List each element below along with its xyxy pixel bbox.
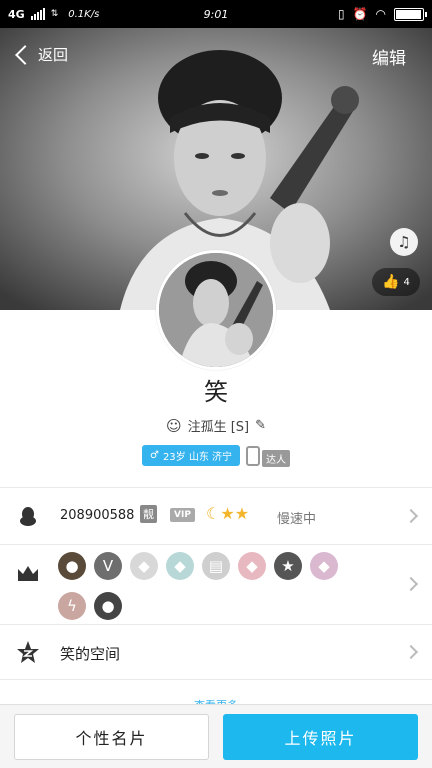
diamond-icon: ◆ [310,552,338,580]
diamond-icon: ◆ [238,552,266,580]
info-tag: ♂ 23岁 山东 济宁 [141,445,241,466]
status-bar: 4G ⇅ 0.1K/s 9:01 ▯ ⏰ ◠ [0,0,432,28]
profile-page: 4G ⇅ 0.1K/s 9:01 ▯ ⏰ ◠ 返回 编辑 ♫ 👍 4 笑 ☺ 注… [0,0,432,768]
diamond-icon: ◆ [166,552,194,580]
like-button[interactable]: 👍 4 [372,268,420,296]
music-note-icon[interactable]: ♫ [390,228,418,256]
qzone-star-icon [16,640,40,664]
qq-number: 208900588 [60,508,135,523]
phone-icon [246,445,261,466]
star-icon: ★ [220,504,235,523]
avatar-image [159,253,273,367]
thumbs-up-icon: 👍 [382,274,400,290]
speed-status: 慢速中 [277,512,317,527]
chevron-right-icon [403,644,419,660]
battery-icon [394,7,427,21]
chevron-right-icon [403,576,419,592]
lightning-icon: ϟ [58,592,86,620]
penguin-icon [16,504,40,528]
back-button[interactable]: 返回 [12,44,68,65]
status-right: ▯ ⏰ ◠ [337,7,427,21]
star-icon: ★ [234,504,250,523]
pretty-number-badge: 靓 [140,505,157,523]
qzone-label: 笑的空间 [60,645,121,663]
vip-badge: VIP [170,508,195,522]
data-arrows-icon: ⇅ [50,9,59,19]
tag-row: ♂ 23岁 山东 济宁 达人 [0,444,432,467]
daren-badge[interactable]: 达人 [246,444,291,467]
qq-level: ☾ ★ ★ [206,504,249,523]
profile-card-button[interactable]: 个性名片 [14,714,209,760]
vibrate-icon: ▯ [337,7,345,21]
crown-icon [16,561,40,585]
like-count: 4 [403,276,410,288]
network-speed: 0.1K/s [68,8,100,20]
back-chevron-icon [15,44,35,65]
upload-photo-button[interactable]: 上传照片 [223,714,418,760]
pencil-icon[interactable]: ✎ [255,418,266,433]
avatar[interactable] [156,250,276,370]
signature-text: 注孤生 [S] [187,420,250,435]
star-icon: ★ [274,552,302,580]
clock: 9:01 [203,7,229,21]
alarm-icon: ⏰ [352,7,368,21]
gender-icon: ♂ [149,450,159,461]
cloud-v-icon: V [94,552,122,580]
badge-list: ● V ◆ ◆ ▤ ◆ ★ ◆ ϟ ● [58,552,358,620]
moon-icon: ☾ [206,504,221,523]
divider [0,679,432,680]
edit-button[interactable]: 编辑 [372,44,406,69]
bird-icon: ● [94,592,122,620]
diamond-icon: ◆ [130,552,158,580]
wifi-icon: ◠ [375,7,386,21]
chevron-right-icon [403,508,419,524]
signal-icon [30,8,45,20]
network-type: 4G [8,7,25,21]
status-left: 4G ⇅ 0.1K/s [8,8,99,21]
info-tag-text: 23岁 山东 济宁 [162,452,233,463]
profile-ghost-icon: ☺ [165,416,182,435]
back-label: 返回 [38,46,69,64]
daren-label: 达人 [262,450,291,467]
nickname: 笑 [204,378,228,406]
book-icon: ▤ [202,552,230,580]
signature-row[interactable]: ☺ 注孤生 [S] ✎ [0,416,432,436]
poop-icon: ● [58,552,86,580]
bottom-action-bar: 个性名片 上传照片 [0,704,432,768]
